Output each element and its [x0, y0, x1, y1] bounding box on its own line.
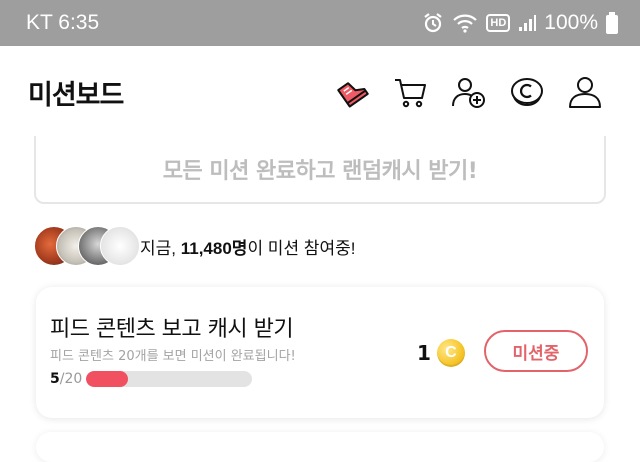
progress-total: /20 [59, 371, 83, 387]
progress-current: 5 [50, 371, 60, 387]
participants-count: 11,480명 [180, 238, 248, 258]
avatar [100, 226, 140, 266]
progress-bar [86, 371, 253, 387]
alarm-icon [422, 12, 444, 34]
shoe-icon[interactable] [334, 73, 372, 111]
mission-card[interactable]: 피드 콘텐츠 보고 캐시 받기 피드 콘텐츠 20개를 보면 미션이 완료됩니다… [36, 287, 604, 418]
header-icons [334, 73, 604, 111]
mission-reward: 1 C [417, 339, 465, 367]
carrier-time: KT 6:35 [26, 11, 100, 34]
cash-icon[interactable] [508, 73, 546, 111]
participants-suffix: 이 미션 참여중! [247, 238, 356, 258]
status-bar: KT 6:35 HD 100% [0, 0, 640, 46]
mission-description: 피드 콘텐츠 20개를 보면 미션이 완료됩니다! [50, 349, 296, 364]
participants-prefix: 지금, [140, 238, 181, 258]
cart-icon[interactable] [392, 73, 430, 111]
participants-row: 지금, 11,480명이 미션 참여중! [34, 226, 355, 266]
wifi-icon [452, 13, 478, 33]
coin-icon: C [436, 339, 465, 367]
participants-text: 지금, 11,480명이 미션 참여중! [140, 234, 355, 259]
reward-amount: 1 [417, 341, 431, 365]
status-icons: HD 100% [422, 11, 618, 35]
progress-bar-fill [86, 371, 128, 387]
next-mission-card[interactable] [36, 432, 604, 462]
signal-icon [518, 14, 537, 32]
page-title: 미션보드 [28, 79, 124, 111]
add-friend-icon[interactable] [450, 73, 488, 111]
app-header: 미션보드 [0, 46, 640, 138]
mission-status-button[interactable]: 미션중 [484, 330, 588, 372]
mission-progress: 5/20 [50, 371, 253, 387]
battery-level: 100% [544, 11, 598, 34]
hd-badge: HD [486, 14, 511, 32]
participant-avatars [34, 226, 140, 266]
mission-title: 피드 콘텐츠 보고 캐시 받기 [50, 317, 294, 342]
random-cash-banner[interactable]: 모든 미션 완료하고 랜덤캐시 받기! [34, 136, 606, 204]
battery-icon [606, 12, 618, 34]
profile-icon[interactable] [566, 73, 604, 111]
